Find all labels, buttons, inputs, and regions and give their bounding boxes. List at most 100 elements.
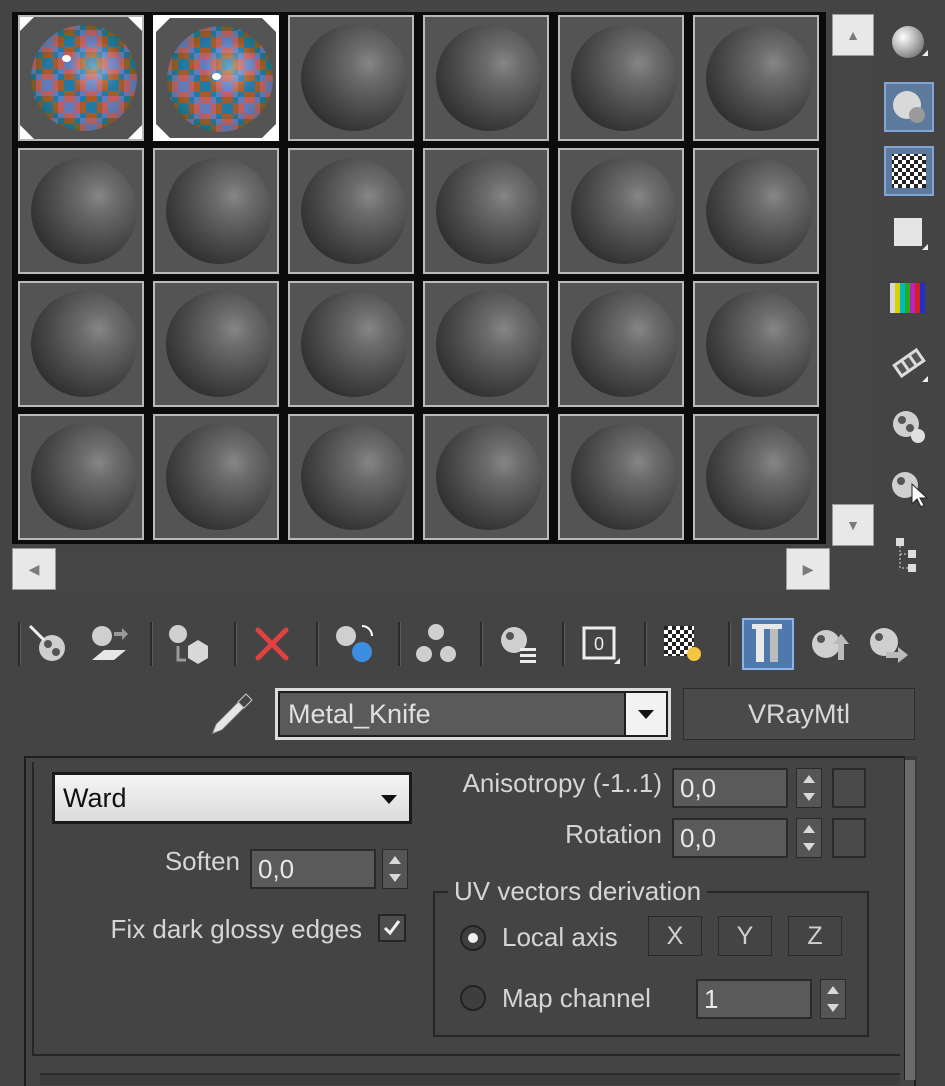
material-preview-sphere [301, 424, 407, 530]
anisotropy-map-button[interactable] [832, 768, 866, 808]
rotation-map-button[interactable] [832, 818, 866, 858]
soften-label: Soften [164, 846, 240, 876]
sample-slot[interactable] [288, 281, 414, 407]
material-preview-sphere [571, 291, 677, 397]
sample-slot[interactable] [693, 15, 819, 141]
rotation-spinner[interactable] [796, 818, 822, 858]
select-by-material-icon[interactable] [884, 464, 934, 514]
rollout-scrollbar-thumb[interactable] [905, 760, 915, 1080]
anisotropy-spinner[interactable] [796, 768, 822, 808]
material-name-combo[interactable]: Metal_Knife [275, 688, 671, 740]
assign-to-selection-icon[interactable] [160, 618, 212, 670]
reset-map-icon[interactable] [246, 618, 298, 670]
material-type-button[interactable]: VRayMtl [683, 688, 915, 740]
sample-slot[interactable] [693, 148, 819, 274]
video-color-check-icon[interactable] [884, 274, 934, 324]
specular-highlight [212, 73, 221, 80]
sample-slot[interactable] [18, 414, 144, 540]
hot-material-corner-indicator [156, 124, 170, 138]
anisotropy-field[interactable]: 0,0 [672, 768, 788, 808]
next-rollout-header[interactable] [40, 1073, 900, 1085]
background-checker-icon[interactable] [884, 146, 934, 196]
sample-slot[interactable] [693, 281, 819, 407]
sample-slot[interactable] [153, 281, 279, 407]
show-map-in-viewport-icon[interactable] [656, 618, 708, 670]
material-preview-sphere [571, 25, 677, 131]
soften-field[interactable]: 0,0 [250, 849, 376, 889]
hot-material-corner-indicator [156, 18, 170, 32]
sample-slot[interactable] [423, 15, 549, 141]
sample-slot[interactable] [558, 15, 684, 141]
make-preview-icon[interactable] [884, 338, 934, 388]
sample-slot[interactable] [153, 15, 279, 141]
sample-slot[interactable] [153, 148, 279, 274]
sample-slot[interactable] [18, 281, 144, 407]
pick-material-from-object-icon[interactable] [206, 690, 258, 738]
soften-spinner[interactable] [382, 849, 408, 889]
brdf-type-dropdown[interactable]: Ward [52, 772, 412, 824]
local-axis-radio[interactable] [460, 925, 486, 951]
get-material-icon[interactable] [22, 618, 74, 670]
scroll-up-button[interactable]: ▲ [832, 14, 874, 56]
axis-y-button[interactable]: Y [718, 916, 772, 956]
map-channel-spinner[interactable] [820, 979, 846, 1019]
put-to-library-icon[interactable] [492, 618, 544, 670]
sample-slot[interactable] [288, 414, 414, 540]
material-name-dropdown-button[interactable] [626, 693, 666, 735]
sample-slots-horizontal-scrollbar[interactable] [12, 548, 830, 590]
fix-dark-glossy-edges-checkbox[interactable] [378, 914, 406, 942]
material-preview-sphere [571, 158, 677, 264]
material-preview-sphere [706, 291, 812, 397]
material-id-channel-icon[interactable]: 0 [574, 618, 626, 670]
sample-slot[interactable] [153, 414, 279, 540]
sample-slot[interactable] [693, 414, 819, 540]
sample-slot[interactable] [558, 281, 684, 407]
put-to-scene-icon[interactable] [82, 618, 134, 670]
chevron-down-icon [381, 795, 397, 804]
sample-slot[interactable] [18, 15, 144, 141]
show-end-result-icon[interactable] [742, 618, 794, 670]
material-preview-sphere [706, 158, 812, 264]
material-preview-sphere [301, 291, 407, 397]
specular-highlight [62, 55, 71, 62]
go-to-parent-icon[interactable] [802, 618, 854, 670]
rotation-label: Rotation [565, 819, 662, 849]
scroll-down-button[interactable]: ▼ [832, 504, 874, 546]
sample-slot[interactable] [423, 148, 549, 274]
axis-x-button[interactable]: X [648, 916, 702, 956]
sample-slot[interactable] [288, 148, 414, 274]
scroll-right-button[interactable]: ▶ [786, 548, 830, 590]
fix-dark-glossy-edges-label: Fix dark glossy edges [110, 914, 362, 944]
go-forward-to-sibling-icon[interactable] [860, 618, 912, 670]
sample-slot[interactable] [423, 414, 549, 540]
sample-slot[interactable] [288, 15, 414, 141]
material-preview-sphere [166, 158, 272, 264]
sample-slot[interactable] [558, 414, 684, 540]
material-preview-sphere [31, 291, 137, 397]
sample-type-sphere-icon[interactable] [884, 18, 934, 68]
sample-slot[interactable] [423, 281, 549, 407]
options-icon[interactable] [884, 402, 934, 452]
sample-slot[interactable] [18, 148, 144, 274]
map-channel-field[interactable]: 1 [696, 979, 812, 1019]
make-copy-icon[interactable] [328, 618, 380, 670]
sample-slot-grid [12, 12, 826, 544]
sample-slots-vertical-scrollbar[interactable] [831, 12, 875, 544]
material-name-field[interactable]: Metal_Knife [280, 693, 624, 735]
material-preview-sphere [436, 25, 542, 131]
rotation-field[interactable]: 0,0 [672, 818, 788, 858]
backlight-icon[interactable] [884, 82, 934, 132]
make-unique-icon[interactable] [410, 618, 462, 670]
material-preview-sphere [31, 158, 137, 264]
material-map-navigator-icon[interactable] [884, 530, 934, 580]
sample-slot[interactable] [558, 148, 684, 274]
sample-uv-tiling-icon[interactable] [884, 208, 934, 258]
material-preview-sphere [706, 424, 812, 530]
scroll-left-button[interactable]: ◀ [12, 548, 56, 590]
material-preview-sphere [166, 424, 272, 530]
checkmark-icon [383, 920, 401, 936]
material-preview-sphere [301, 25, 407, 131]
axis-z-button[interactable]: Z [788, 916, 842, 956]
material-preview-sphere [436, 291, 542, 397]
map-channel-radio[interactable] [460, 985, 486, 1011]
